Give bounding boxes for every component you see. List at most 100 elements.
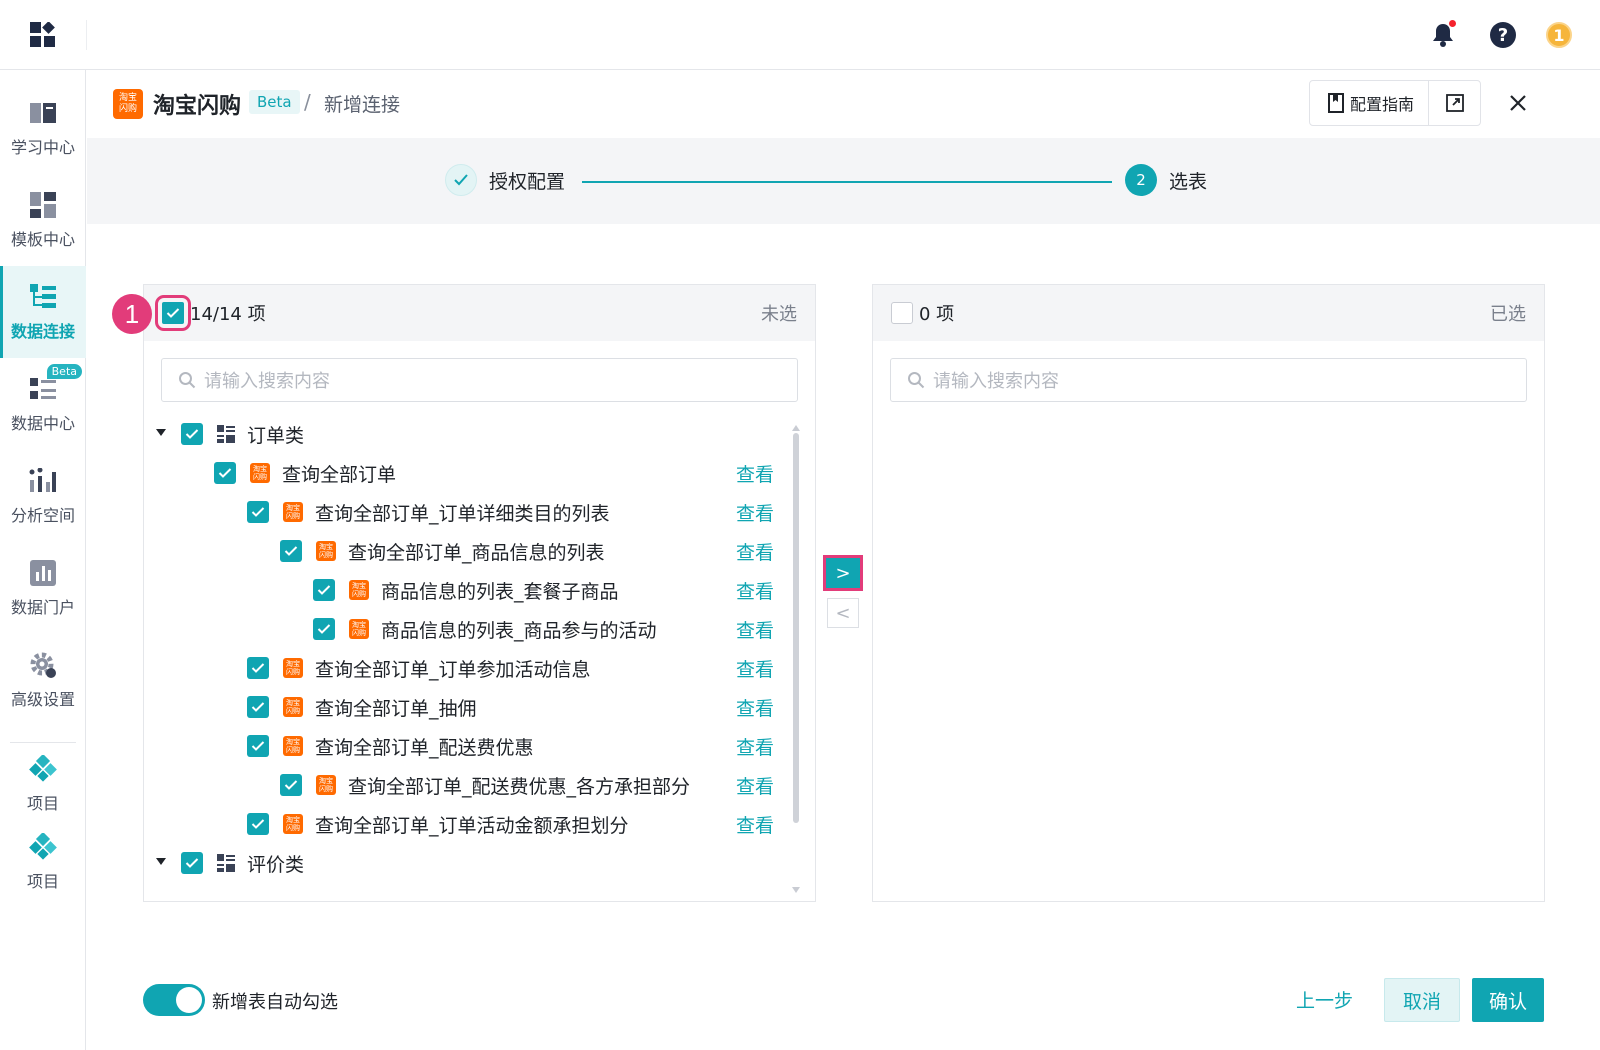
apps-grid-icon[interactable] bbox=[30, 22, 56, 48]
taobao-flash-table-icon: 淘宝 闪购 bbox=[283, 736, 303, 756]
tree-table-row[interactable]: 淘宝 闪购 商品信息的列表_商品参与的活动 查看 bbox=[144, 610, 784, 648]
sidebar-item-label: 项目 bbox=[26, 794, 59, 813]
project-icon bbox=[28, 754, 58, 784]
sidebar: 学习中心 模板中心 数据连接 Beta 数据中心 分析空间 数据门户 高级设置 … bbox=[0, 70, 86, 1050]
beta-tag: Beta bbox=[249, 90, 300, 114]
tree-table-row[interactable]: 淘宝 闪购 查询全部订单_订单详细类目的列表 查看 bbox=[144, 493, 784, 531]
avatar[interactable]: 1 bbox=[1546, 22, 1572, 48]
sidebar-item-label: 高级设置 bbox=[10, 690, 75, 709]
sidebar-item-data-center[interactable]: Beta 数据中心 bbox=[0, 358, 86, 450]
row-label: 订单类 bbox=[247, 424, 305, 447]
sidebar-item-data-connection[interactable]: 数据连接 bbox=[0, 266, 86, 358]
scrollbar-thumb[interactable] bbox=[793, 433, 799, 823]
row-checkbox[interactable] bbox=[247, 657, 269, 679]
steps-bar: 授权配置 2 选表 bbox=[87, 138, 1600, 224]
analysis-icon bbox=[28, 466, 58, 496]
move-to-selected-button[interactable]: > bbox=[823, 555, 863, 591]
step-number: 2 bbox=[1125, 164, 1157, 196]
unselected-label: 未选 bbox=[761, 304, 797, 325]
source-search-input[interactable]: 请输入搜索内容 bbox=[161, 358, 798, 402]
help-icon[interactable]: ? bbox=[1486, 18, 1520, 52]
previous-step-button[interactable]: 上一步 bbox=[1296, 986, 1353, 1013]
row-checkbox[interactable] bbox=[247, 735, 269, 757]
search-placeholder: 请输入搜索内容 bbox=[933, 371, 1059, 392]
view-link[interactable]: 查看 bbox=[736, 499, 774, 526]
row-checkbox[interactable] bbox=[181, 852, 203, 874]
project-icon bbox=[28, 832, 58, 862]
beta-badge: Beta bbox=[46, 364, 82, 379]
view-link[interactable]: 查看 bbox=[736, 616, 774, 643]
row-label: 查询全部订单_抽佣 bbox=[315, 697, 477, 720]
row-checkbox[interactable] bbox=[280, 540, 302, 562]
auto-select-toggle[interactable] bbox=[143, 984, 205, 1016]
sidebar-item-learning[interactable]: 学习中心 bbox=[0, 82, 86, 174]
view-link[interactable]: 查看 bbox=[736, 772, 774, 799]
view-link[interactable]: 查看 bbox=[736, 538, 774, 565]
row-label: 商品信息的列表_套餐子商品 bbox=[381, 580, 619, 603]
sidebar-item-templates[interactable]: 模板中心 bbox=[0, 174, 86, 266]
row-checkbox[interactable] bbox=[280, 774, 302, 796]
sidebar-item-analysis[interactable]: 分析空间 bbox=[0, 450, 86, 542]
view-link[interactable]: 查看 bbox=[736, 694, 774, 721]
close-icon[interactable] bbox=[1503, 88, 1533, 118]
category-icon bbox=[217, 854, 235, 872]
config-guide-button[interactable]: 配置指南 bbox=[1310, 81, 1430, 125]
tree-table-row[interactable]: 淘宝 闪购 查询全部订单_订单活动金额承担划分 查看 bbox=[144, 805, 784, 843]
row-checkbox[interactable] bbox=[214, 462, 236, 484]
tree-category-row[interactable]: 评价类 bbox=[144, 844, 784, 882]
tree-table-row[interactable]: 淘宝 闪购 查询全部订单_配送费优惠_各方承担部分 查看 bbox=[144, 766, 784, 804]
caret-down-icon[interactable] bbox=[156, 858, 166, 865]
sidebar-item-settings[interactable]: 高级设置 bbox=[0, 634, 86, 726]
row-label: 查询全部订单_订单详细类目的列表 bbox=[315, 502, 610, 525]
step-authorize[interactable]: 授权配置 bbox=[445, 164, 565, 196]
row-checkbox[interactable] bbox=[313, 618, 335, 640]
source-list-header: 14/14 项 未选 bbox=[144, 285, 815, 341]
notification-bell-icon[interactable] bbox=[1426, 18, 1460, 52]
open-external-icon[interactable] bbox=[1429, 94, 1480, 112]
row-checkbox[interactable] bbox=[247, 696, 269, 718]
search-icon bbox=[179, 372, 196, 389]
annotation-marker-1: 1 bbox=[112, 294, 152, 334]
move-to-unselected-button[interactable]: < bbox=[827, 598, 859, 628]
taobao-flash-table-icon: 淘宝 闪购 bbox=[283, 697, 303, 717]
tree-table-row[interactable]: 淘宝 闪购 查询全部订单_订单参加活动信息 查看 bbox=[144, 649, 784, 687]
row-label: 商品信息的列表_商品参与的活动 bbox=[381, 619, 657, 642]
book-icon bbox=[28, 98, 58, 128]
tree-scrollbar[interactable] bbox=[792, 425, 800, 893]
tree-table-row[interactable]: 淘宝闪购获取指定店铺的评论查看 bbox=[144, 883, 784, 885]
tree-table-row[interactable]: 淘宝 闪购 商品信息的列表_套餐子商品 查看 bbox=[144, 571, 784, 609]
taobao-flash-table-icon: 淘宝 闪购 bbox=[349, 580, 369, 600]
tree-category-row[interactable]: 订单类 bbox=[144, 415, 784, 453]
confirm-button[interactable]: 确认 bbox=[1472, 978, 1544, 1022]
view-link[interactable]: 查看 bbox=[736, 811, 774, 838]
cancel-button[interactable]: 取消 bbox=[1384, 978, 1460, 1022]
view-link[interactable]: 查看 bbox=[736, 460, 774, 487]
view-link[interactable]: 查看 bbox=[736, 577, 774, 604]
sidebar-item-project-2[interactable]: 项目 bbox=[0, 822, 86, 902]
toggle-knob bbox=[176, 987, 202, 1013]
selected-label: 已选 bbox=[1490, 304, 1526, 325]
sidebar-item-project[interactable]: 项目 bbox=[0, 744, 86, 824]
search-placeholder: 请输入搜索内容 bbox=[204, 371, 330, 392]
data-connection-icon bbox=[28, 282, 58, 312]
tree-table-row[interactable]: 淘宝 闪购 查询全部订单 查看 bbox=[144, 454, 784, 492]
view-link[interactable]: 查看 bbox=[736, 733, 774, 760]
row-checkbox[interactable] bbox=[181, 423, 203, 445]
sidebar-item-label: 学习中心 bbox=[10, 138, 75, 157]
row-checkbox[interactable] bbox=[247, 501, 269, 523]
sidebar-item-label: 数据连接 bbox=[10, 322, 75, 341]
caret-down-icon[interactable] bbox=[156, 429, 166, 436]
sidebar-item-label: 数据中心 bbox=[10, 414, 75, 433]
table-tree: 订单类 淘宝 闪购 查询全部订单 查看 淘宝 闪购 查询全部订单_订单详细类目的列表 查看 淘宝闪… bbox=[144, 415, 804, 885]
target-search-input[interactable]: 请输入搜索内容 bbox=[890, 358, 1527, 402]
category-icon bbox=[217, 425, 235, 443]
tree-table-row[interactable]: 淘宝 闪购 查询全部订单_配送费优惠 查看 bbox=[144, 727, 784, 765]
row-checkbox[interactable] bbox=[247, 813, 269, 835]
select-all-checkbox[interactable] bbox=[155, 295, 191, 331]
tree-table-row[interactable]: 淘宝 闪购 查询全部订单_商品信息的列表 查看 bbox=[144, 532, 784, 570]
select-all-selected-checkbox[interactable] bbox=[891, 302, 913, 324]
sidebar-item-portal[interactable]: 数据门户 bbox=[0, 542, 86, 634]
tree-table-row[interactable]: 淘宝 闪购 查询全部订单_抽佣 查看 bbox=[144, 688, 784, 726]
view-link[interactable]: 查看 bbox=[736, 655, 774, 682]
row-checkbox[interactable] bbox=[313, 579, 335, 601]
